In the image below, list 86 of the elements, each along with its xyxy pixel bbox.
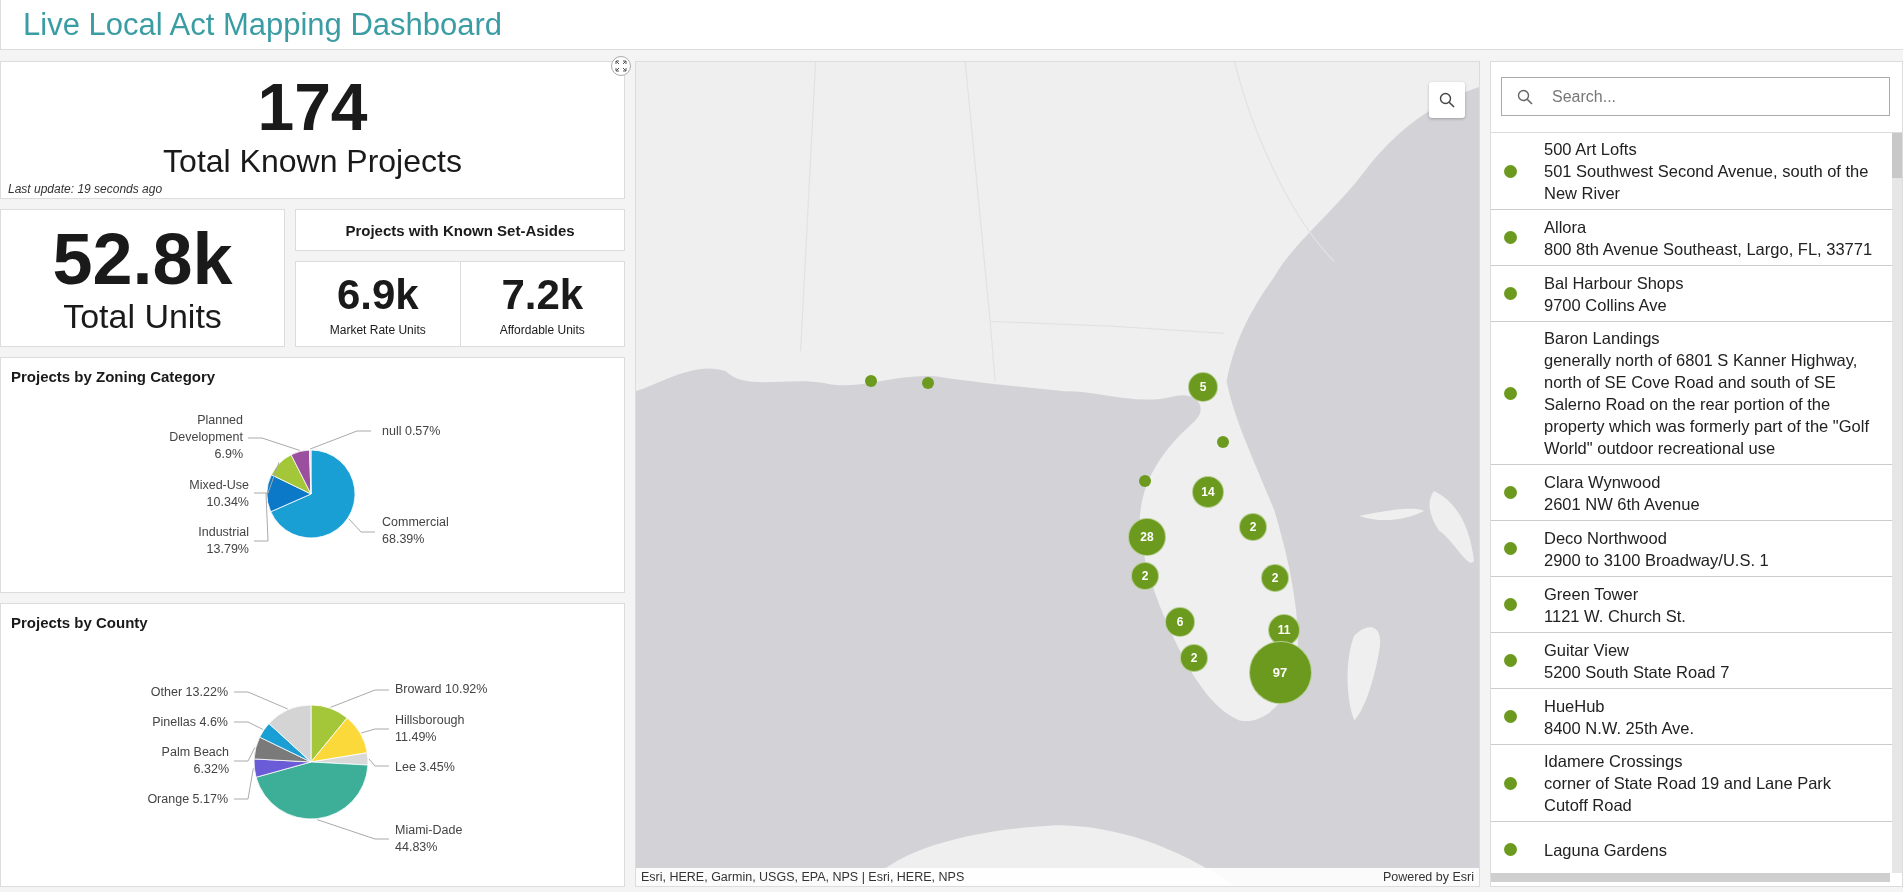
item-address: corner of State Road 19 and Lane Park Cutoff Road <box>1544 773 1833 816</box>
expand-button[interactable] <box>611 56 631 76</box>
slice-label: Pinellas 4.6% <box>152 715 228 729</box>
point-symbol-icon <box>1504 654 1517 667</box>
list-item[interactable]: HueHub 8400 N.W. 25th Ave. <box>1491 689 1892 745</box>
item-address: 800 8th Avenue Southeast, Largo, FL, 33771 <box>1544 238 1873 260</box>
item-address: 1121 W. Church St. <box>1544 605 1686 627</box>
item-address: generally north of 6801 S Kanner Highway, north of SE Cove Road and south of SE Salerno Road on the rear portion of the property which was formerly part of the "Golf World" outdoor recreational use <box>1544 350 1870 459</box>
point-symbol-icon <box>1504 776 1517 790</box>
list-item[interactable]: Deco Northwood 2900 to 3100 Broadway/U.S. 1 <box>1491 521 1892 577</box>
search-icon <box>1439 92 1455 108</box>
leader-line <box>330 689 390 708</box>
scrollbar[interactable] <box>1491 873 1890 882</box>
scrollbar[interactable] <box>1892 133 1902 873</box>
indicator-label: Total Units <box>63 297 222 335</box>
point-symbol-icon <box>1504 486 1517 499</box>
item-name: Baron Landings <box>1544 328 1661 349</box>
item-address: 9700 Collins Ave <box>1544 294 1668 316</box>
slice-label: Mixed-Use 10.34% <box>189 478 249 509</box>
list-item[interactable]: Green Tower 1121 W. Church St. <box>1491 577 1892 633</box>
search-icon <box>1517 89 1533 105</box>
item-address: 501 Southwest Second Avenue, south of the New River <box>1544 161 1870 204</box>
item-name: Green Tower <box>1544 583 1640 605</box>
slice-label: Planned Development 6.9% <box>169 413 243 461</box>
list-item[interactable]: Allora 800 8th Avenue Southeast, Largo, FL, 33771 <box>1491 210 1892 266</box>
item-address: 2900 to 3100 Broadway/U.S. 1 <box>1544 549 1769 571</box>
leader-line <box>368 758 390 767</box>
slice-label: null 0.57% <box>382 424 441 438</box>
point-symbol-icon <box>1504 542 1517 555</box>
leader-line <box>348 518 376 533</box>
item-name: Deco Northwood <box>1544 527 1668 549</box>
last-update-note: Last update: 19 seconds ago <box>8 182 163 196</box>
point-symbol-icon <box>1504 386 1517 400</box>
indicator-label: Market Rate Units <box>329 323 426 337</box>
slice-label: Miami-Dade 44.83% <box>395 823 463 854</box>
item-name: Guitar View <box>1544 639 1630 661</box>
list-item[interactable]: Clara Wynwood 2601 NW 6th Avenue <box>1491 465 1892 521</box>
panel-title: Projects with Known Set-Asides <box>345 221 575 239</box>
item-name: 500 Art Lofts <box>1544 139 1638 160</box>
indicator-value: 7.2k <box>501 271 584 319</box>
slice-label: Orange 5.17% <box>147 792 228 806</box>
item-address: 8400 N.W. 25th Ave. <box>1544 717 1695 739</box>
search-button[interactable] <box>1429 82 1465 118</box>
indicator-label: Affordable Units <box>499 323 585 337</box>
chart-title: Projects by Zoning Category <box>10 367 217 387</box>
leader-line <box>233 721 264 730</box>
list-item[interactable]: Guitar View 5200 South State Road 7 <box>1491 633 1892 689</box>
point-symbol-icon <box>1504 843 1517 856</box>
slice-label: Commercial 68.39% <box>382 515 449 546</box>
slice-label: Palm Beach 6.32% <box>161 745 229 776</box>
leader-line <box>233 691 289 710</box>
dashboard-title: Live Local Act Mapping Dashboard <box>22 6 503 43</box>
item-name: Bal Harbour Shops <box>1544 272 1684 294</box>
indicator-value: 174 <box>257 72 368 142</box>
point-symbol-icon <box>1504 598 1517 611</box>
expand-icon <box>615 60 627 72</box>
slice-label: Other 13.22% <box>150 685 228 699</box>
slice-label: Hillsborough 11.49% <box>395 713 465 744</box>
item-name: HueHub <box>1544 695 1606 717</box>
item-address: 5200 South State Road 7 <box>1544 661 1730 683</box>
indicator-label: Total Known Projects <box>163 142 462 180</box>
chart-title: Projects by County <box>10 613 149 633</box>
slice-label: Lee 3.45% <box>395 760 455 774</box>
item-name: Allora <box>1544 216 1588 238</box>
leader-line <box>309 430 372 450</box>
search-field[interactable]: Search... <box>1501 77 1890 116</box>
slice-label: Industrial 13.79% <box>198 525 249 556</box>
slice-label: Broward 10.92% <box>395 682 488 696</box>
item-name: Clara Wynwood <box>1544 471 1662 493</box>
leader-line <box>233 767 254 800</box>
item-name: Idamere Crossings <box>1544 751 1684 772</box>
item-address: 2601 NW 6th Avenue <box>1544 493 1700 515</box>
leader-line <box>233 747 256 762</box>
point-symbol-icon <box>1504 231 1517 244</box>
leader-line <box>247 437 301 451</box>
point-symbol-icon <box>1504 164 1517 178</box>
powered-by-text: Powered by Esri <box>1383 870 1474 884</box>
indicator-value: 52.8k <box>52 221 233 297</box>
point-symbol-icon <box>1504 710 1517 723</box>
map[interactable]: 5 14 2 28 2 2 6 11 2 97 Esri, HERE, Garmin, USGS, EPA, NPS | Esri, HERE, NPS Powered by Esri <box>635 61 1480 887</box>
attribution-text: Esri, HERE, Garmin, USGS, EPA, NPS | Esri, HERE, NPS <box>641 870 965 884</box>
leader-line <box>360 728 390 734</box>
item-name: Laguna Gardens <box>1544 839 1667 861</box>
indicator-value: 6.9k <box>336 271 419 319</box>
list-item[interactable]: Bal Harbour Shops 9700 Collins Ave <box>1491 266 1892 322</box>
point-symbol-icon <box>1504 287 1517 300</box>
